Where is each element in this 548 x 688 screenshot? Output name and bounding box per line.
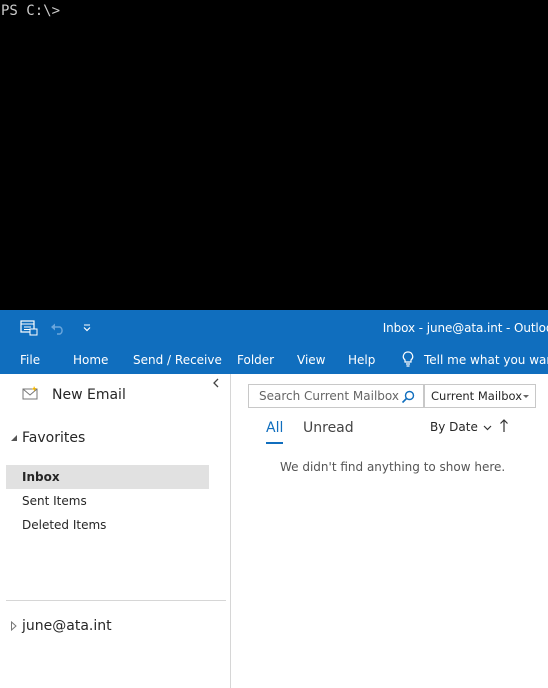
new-email-label: New Email (52, 387, 126, 403)
sort-by-dropdown[interactable]: By Date (430, 420, 492, 434)
outlook-window: Inbox - june@ata.int - Outlook File Home… (0, 310, 548, 688)
send-receive-all-icon[interactable] (20, 319, 38, 337)
sort-by-label: By Date (430, 420, 478, 434)
tab-home[interactable]: Home (73, 346, 108, 374)
favorites-label: Favorites (22, 430, 86, 446)
filter-unread[interactable]: Unread (303, 418, 354, 438)
expanded-triangle-icon (11, 435, 17, 441)
customize-toolbar-chevron-icon[interactable] (78, 319, 96, 337)
title-bar: Inbox - june@ata.int - Outlook (0, 310, 548, 346)
collapsed-triangle-icon (11, 621, 17, 631)
active-filter-underline (266, 442, 284, 444)
tab-help[interactable]: Help (348, 346, 375, 374)
powershell-console[interactable]: PS C:\> (0, 0, 548, 310)
folder-item-inbox[interactable]: Inbox (6, 465, 209, 489)
filter-all-label: All (266, 420, 284, 436)
search-input[interactable] (259, 389, 399, 403)
folder-pane: New Email Favorites Inbox Sent Items Del… (0, 374, 231, 688)
lightbulb-icon (402, 350, 414, 370)
ribbon-tabs: File Home Send / Receive Folder View Hel… (0, 346, 548, 374)
new-email-button[interactable]: New Email (22, 384, 126, 406)
chevron-down-icon (483, 420, 492, 434)
collapse-pane-chevron-icon[interactable] (212, 378, 220, 391)
tab-folder[interactable]: Folder (237, 346, 274, 374)
new-email-icon (22, 385, 40, 405)
tab-file[interactable]: File (20, 346, 40, 374)
favorites-header[interactable]: Favorites (10, 430, 85, 446)
search-scope-label: Current Mailbox (431, 389, 522, 403)
account-label: june@ata.int (22, 618, 112, 634)
search-box[interactable] (248, 384, 424, 408)
folder-divider (6, 600, 226, 601)
tell-me-label: Tell me what you want to do (424, 353, 548, 367)
sort-direction-arrow-icon[interactable] (499, 418, 509, 438)
account-june-ata-int[interactable]: june@ata.int (10, 618, 112, 634)
search-icon[interactable] (401, 389, 415, 408)
terminal-prompt: PS C:\> (1, 3, 61, 19)
window-title: Inbox - june@ata.int - Outlook (382, 321, 548, 335)
empty-list-message: We didn't find anything to show here. (280, 460, 506, 474)
undo-icon[interactable] (49, 319, 67, 337)
search-scope-dropdown[interactable]: Current Mailbox (424, 384, 536, 408)
dropdown-arrow-icon (523, 395, 529, 398)
message-list: Current Mailbox All Unread By Date We di… (231, 374, 548, 688)
tab-send-receive[interactable]: Send / Receive (133, 346, 222, 374)
tell-me-search[interactable]: Tell me what you want to do (402, 346, 548, 374)
filter-all[interactable]: All (266, 418, 284, 444)
folder-item-sent-items[interactable]: Sent Items (6, 489, 209, 513)
folder-item-deleted-items[interactable]: Deleted Items (6, 513, 209, 537)
tab-view[interactable]: View (297, 346, 325, 374)
